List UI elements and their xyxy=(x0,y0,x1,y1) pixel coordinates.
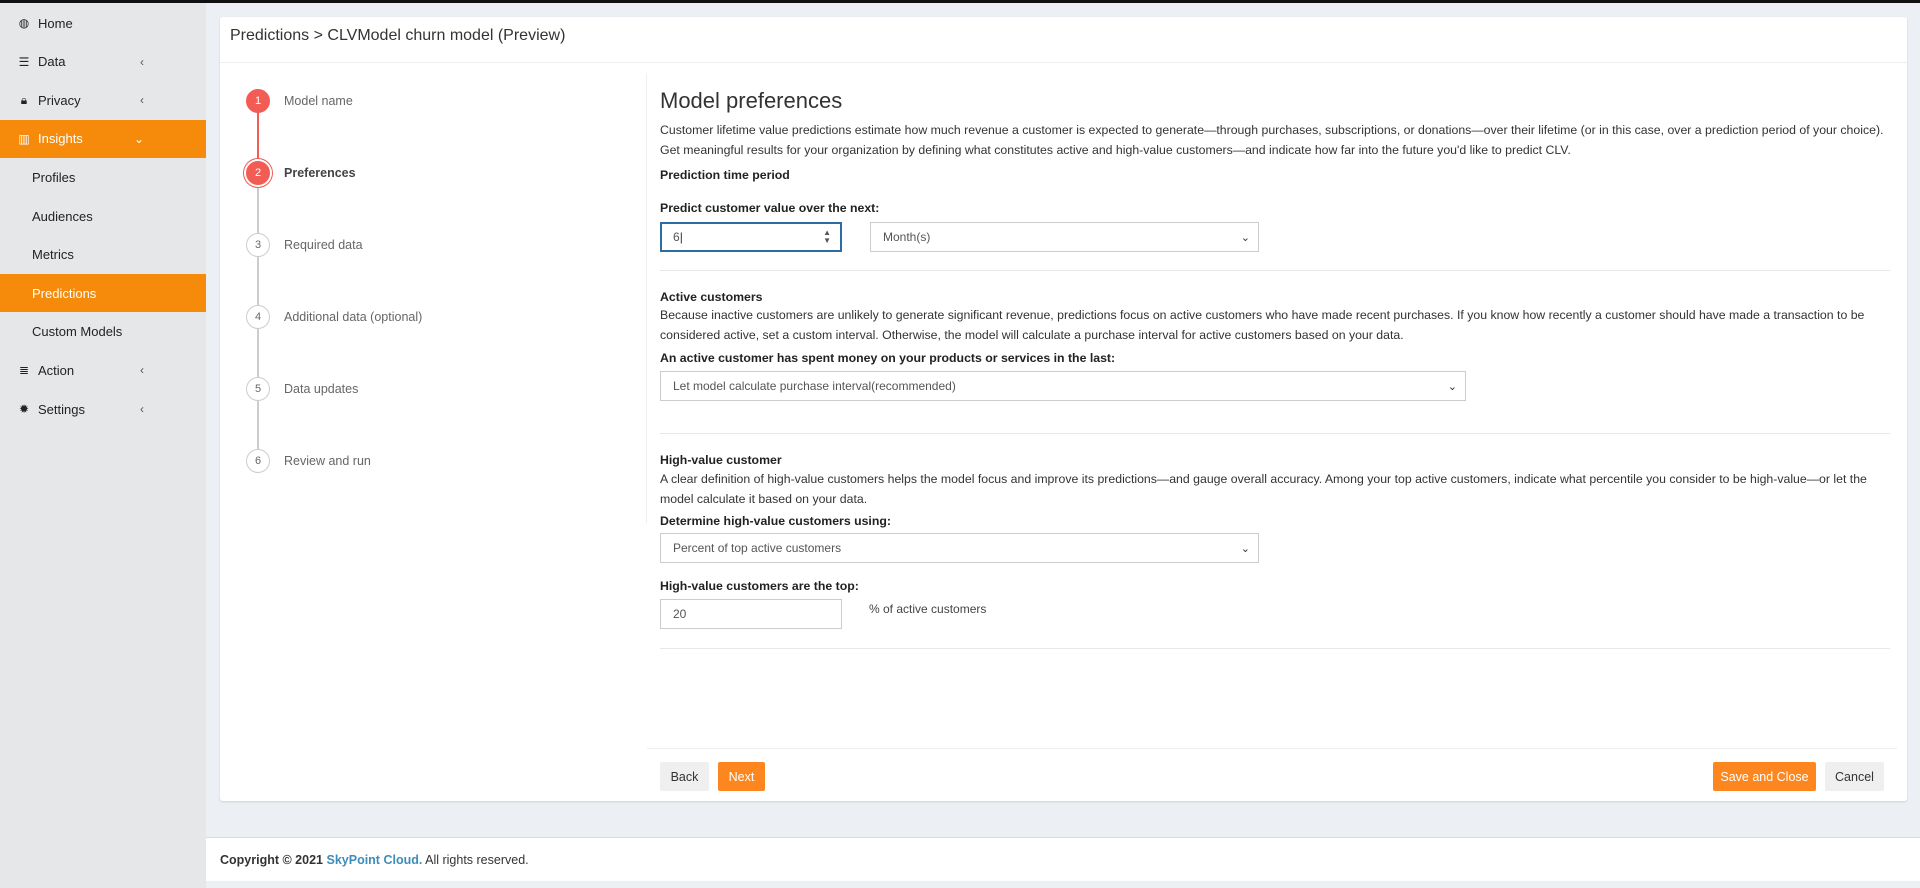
step-label: Model name xyxy=(284,94,353,108)
period-unit-value: Month(s) xyxy=(883,230,931,244)
footer-divider xyxy=(647,748,1897,749)
bar-chart-icon: ▥ xyxy=(18,131,30,146)
brand-link[interactable]: SkyPoint Cloud. xyxy=(326,853,422,867)
sidebar-item-predictions[interactable]: Predictions xyxy=(0,274,206,313)
step-number: 3 xyxy=(246,233,270,257)
active-interval-select[interactable]: Let model calculate purchase interval(re… xyxy=(660,371,1466,401)
step-3[interactable]: 3 Required data xyxy=(246,233,363,257)
sidebar-item-profiles[interactable]: Profiles xyxy=(0,158,206,196)
step-label: Review and run xyxy=(284,454,371,468)
divider xyxy=(660,433,1890,434)
divider xyxy=(660,270,1890,271)
sidebar-item-audiences[interactable]: Audiences xyxy=(0,197,206,235)
intro-text: Customer lifetime value predictions esti… xyxy=(660,123,1884,157)
sidebar-item-label: Home xyxy=(38,15,73,31)
period-value: 6 xyxy=(673,230,680,244)
sidebar-item-insights[interactable]: ▥ Insights ⌄ xyxy=(0,119,206,158)
back-button[interactable]: Back xyxy=(660,762,709,791)
sidebar-item-action[interactable]: ≣ Action ‹ xyxy=(0,351,206,389)
period-heading: Prediction time period xyxy=(660,168,790,182)
chevron-icon: ⌄ xyxy=(133,131,144,146)
sidebar-item-label: Custom Models xyxy=(32,324,123,340)
cancel-button[interactable]: Cancel xyxy=(1825,762,1884,791)
sidebar-item-label: Action xyxy=(38,362,75,378)
sidebar-item-metrics[interactable]: Metrics xyxy=(0,236,206,274)
copyright-prefix: Copyright © 2021 xyxy=(220,853,323,867)
step-6[interactable]: 6 Review and run xyxy=(246,449,371,473)
hv-top-suffix: % of active customers xyxy=(869,602,987,616)
hv-text: A clear definition of high-value custome… xyxy=(660,472,1867,506)
step-label: Preferences xyxy=(284,166,356,180)
step-5[interactable]: 5 Data updates xyxy=(246,377,358,401)
active-text: Because inactive customers are unlikely … xyxy=(660,308,1865,342)
sidebar-item-label: Profiles xyxy=(32,169,76,185)
step-number: 1 xyxy=(246,89,270,113)
period-unit-select[interactable]: Month(s) ⌄ xyxy=(870,222,1259,252)
dashboard-icon: ◍ xyxy=(18,16,30,30)
lock-icon: 🔒︎ xyxy=(20,92,28,107)
chevron-icon: ‹ xyxy=(140,54,144,69)
step-number: 2 xyxy=(246,161,270,185)
sidebar-item-label: Privacy xyxy=(38,92,81,108)
page-title: Model preferences xyxy=(660,88,843,113)
hv-heading: High-value customer xyxy=(660,453,782,467)
chevron-icon: ‹ xyxy=(140,93,144,108)
period-label: Predict customer value over the next: xyxy=(660,201,880,215)
period-number-input[interactable]: 6 | ▲ ▼ xyxy=(660,222,842,252)
step-1[interactable]: 1 Model name xyxy=(246,89,353,113)
step-2[interactable]: 2 Preferences xyxy=(246,161,356,185)
sidebar-item-label: Predictions xyxy=(32,285,97,301)
divider xyxy=(660,648,1890,649)
step-label: Required data xyxy=(284,238,363,252)
active-heading: Active customers xyxy=(660,290,763,304)
spinner-icon[interactable]: ▲ ▼ xyxy=(823,229,831,245)
sidebar-item-label: Metrics xyxy=(32,247,74,263)
hv-method-value: Percent of top active customers xyxy=(673,541,842,555)
save-and-close-button[interactable]: Save and Close xyxy=(1713,762,1816,791)
chevron-down-icon: ⌄ xyxy=(1240,542,1250,555)
step-label: Additional data (optional) xyxy=(284,310,423,324)
gear-icon: ✹ xyxy=(18,402,30,416)
chevron-down-icon: ⌄ xyxy=(1447,380,1457,393)
active-interval-value: Let model calculate purchase interval(re… xyxy=(673,379,956,393)
sidebar-item-label: Audiences xyxy=(32,208,93,224)
chevron-down-icon: ⌄ xyxy=(1240,231,1250,244)
sidebar-item-label: Settings xyxy=(38,401,85,417)
chevron-icon: ‹ xyxy=(140,402,144,416)
sidebar: ◍ Home ☰ Data ‹ 🔒︎ Privacy ‹ ▥ Insights ⌄ Profiles A… xyxy=(0,3,206,888)
sidebar-item-home[interactable]: ◍ Home xyxy=(0,4,206,42)
copyright: Copyright © 2021 SkyPoint Cloud. All rig… xyxy=(220,853,529,867)
hv-top-value: 20 xyxy=(673,607,687,621)
sidebar-item-label: Insights xyxy=(38,131,83,147)
sidebar-item-data[interactable]: ☰ Data ‹ xyxy=(0,43,206,81)
sidebar-item-label: Data xyxy=(38,54,66,70)
hv-top-label: High-value customers are the top: xyxy=(660,579,859,593)
footer: Copyright © 2021 SkyPoint Cloud. All rig… xyxy=(206,837,1920,881)
top-bar xyxy=(0,0,1920,3)
stepper-divider xyxy=(646,73,647,523)
sidebar-item-custom-models[interactable]: Custom Models xyxy=(0,313,206,351)
sidebar-item-privacy[interactable]: 🔒︎ Privacy ‹ xyxy=(0,81,206,119)
step-number: 6 xyxy=(246,449,270,473)
breadcrumb: Predictions > CLVModel churn model (Prev… xyxy=(230,27,566,44)
next-button[interactable]: Next xyxy=(718,762,765,791)
active-label: An active customer has spent money on yo… xyxy=(660,351,1116,365)
step-number: 4 xyxy=(246,305,270,329)
sidebar-item-settings[interactable]: ✹ Settings ‹ xyxy=(0,390,206,428)
step-label: Data updates xyxy=(284,382,359,396)
copyright-suffix: All rights reserved. xyxy=(422,853,529,867)
chevron-icon: ‹ xyxy=(140,363,144,378)
step-number: 5 xyxy=(246,377,270,401)
hv-top-input[interactable]: 20 xyxy=(660,599,842,629)
hv-method-label: Determine high-value customers using: xyxy=(660,514,891,528)
step-4[interactable]: 4 Additional data (optional) xyxy=(246,305,422,329)
database-icon: ☰ xyxy=(18,54,30,69)
hv-method-select[interactable]: Percent of top active customers ⌄ xyxy=(660,533,1259,563)
header-divider xyxy=(220,62,1907,63)
list-icon: ≣ xyxy=(18,363,30,378)
wizard-card: Predictions > CLVModel churn model (Prev… xyxy=(220,17,1907,801)
